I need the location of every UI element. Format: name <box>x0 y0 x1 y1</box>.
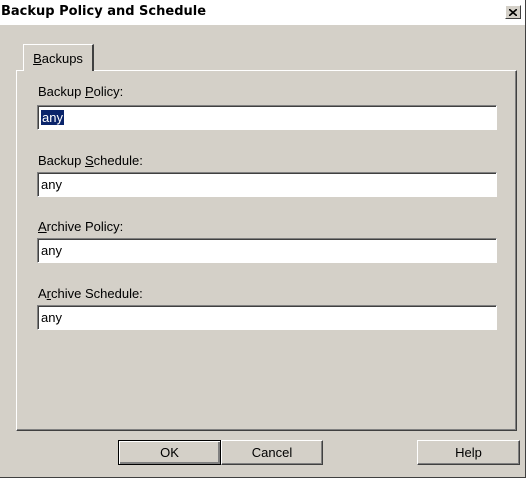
window-title: Backup Policy and Schedule <box>1 4 207 19</box>
tab-backups-label: Backups <box>33 50 83 66</box>
backup-policy-input[interactable]: any <box>37 105 497 130</box>
title-bar[interactable]: Backup Policy and Schedule <box>0 0 525 25</box>
close-button[interactable] <box>505 5 521 19</box>
backup-schedule-label: Backup Schedule: <box>38 153 143 168</box>
close-icon <box>509 8 517 16</box>
ok-button[interactable]: OK <box>118 440 221 465</box>
archive-schedule-label: Archive Schedule: <box>38 286 143 301</box>
archive-policy-input[interactable] <box>37 238 497 263</box>
tab-backups[interactable]: Backups <box>23 44 94 71</box>
backup-policy-dialog: Backup Policy and Schedule Backups Backu… <box>0 0 526 478</box>
archive-policy-label: Archive Policy: <box>38 219 124 234</box>
backup-policy-label: Backup Policy: <box>38 84 124 99</box>
help-button[interactable]: Help <box>417 440 520 465</box>
cancel-button[interactable]: Cancel <box>221 440 323 465</box>
backup-schedule-input[interactable] <box>37 172 497 197</box>
archive-schedule-input[interactable] <box>37 305 497 330</box>
backup-policy-value: any <box>41 110 64 125</box>
